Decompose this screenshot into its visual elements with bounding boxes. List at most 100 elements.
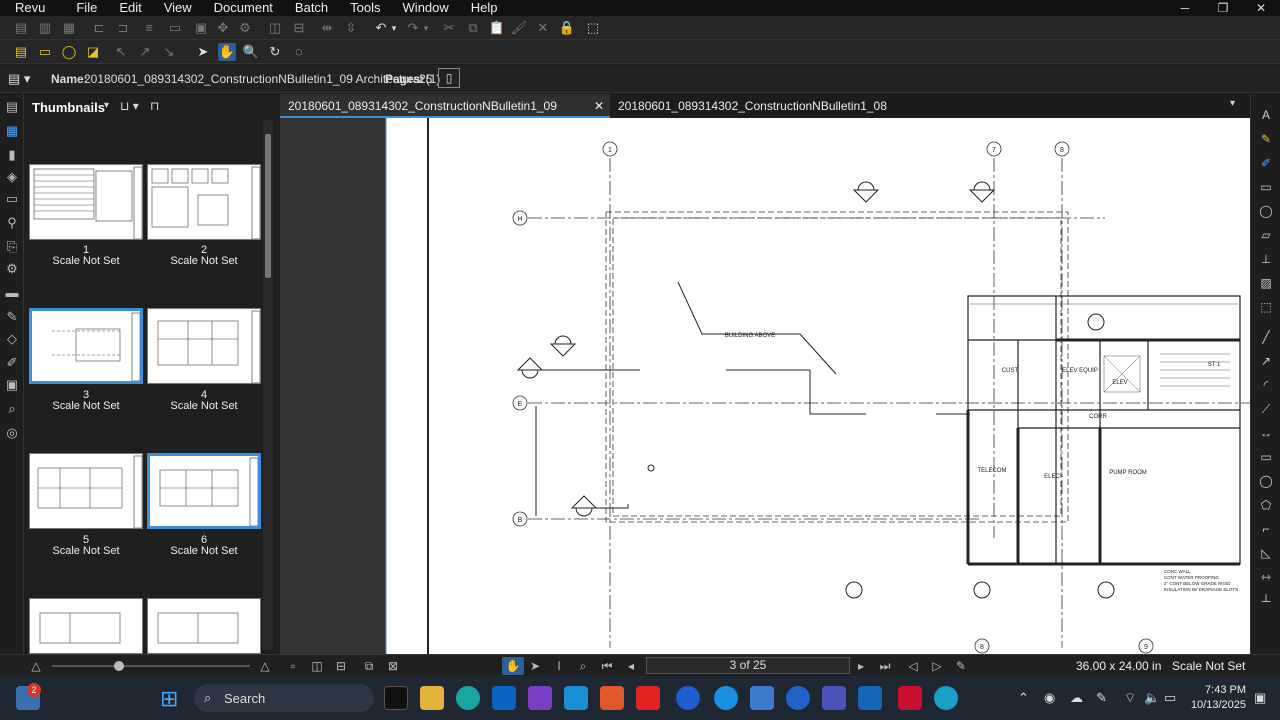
task-view-icon[interactable]	[384, 686, 408, 710]
move-icon[interactable]: ✥	[214, 19, 232, 37]
markup-list-icon[interactable]: ▤	[12, 43, 30, 61]
battery-icon[interactable]: ▭	[1164, 690, 1176, 706]
signatures-icon[interactable]: ⚲	[3, 214, 21, 232]
select-region-icon[interactable]: ⬚	[584, 19, 602, 37]
thumbnail-page-5[interactable]	[29, 453, 143, 529]
text-select-icon[interactable]: I	[550, 657, 568, 675]
paste-icon[interactable]: 📋	[488, 19, 506, 37]
compare-icon[interactable]: ⊠	[384, 657, 402, 675]
thumbnail-page-2[interactable]	[147, 164, 261, 240]
polyline-icon[interactable]: ⟋	[1257, 400, 1275, 418]
next-page-icon[interactable]: ▸	[852, 657, 870, 675]
pen-icon[interactable]: ✐	[1257, 154, 1275, 172]
ellipse-icon[interactable]: ◯	[1257, 472, 1275, 490]
thumbnail-size-icon[interactable]: ⊔ ▾	[120, 99, 139, 113]
split-horizontal-icon[interactable]: ⊟	[332, 657, 350, 675]
cloud-tool-icon[interactable]: ◯	[1257, 202, 1275, 220]
flip-icon[interactable]: ◫	[266, 19, 284, 37]
last-page-icon[interactable]: ⏭	[876, 657, 894, 675]
edge-icon[interactable]	[456, 686, 480, 710]
line-icon[interactable]: ╱	[1257, 328, 1275, 346]
restore-icon[interactable]: ❐	[1204, 0, 1242, 16]
single-page-icon[interactable]: ▫	[284, 657, 302, 675]
search-icon[interactable]: ⌕	[3, 400, 21, 418]
area-icon[interactable]: ◺	[1257, 544, 1275, 562]
zoom-tool-icon[interactable]: ⌕	[574, 657, 592, 675]
thumbnails-icon[interactable]: ▦	[3, 122, 21, 140]
highlight-icon[interactable]: ✎	[1257, 130, 1275, 148]
tags-icon[interactable]: ◇	[3, 330, 21, 348]
align-center-icon[interactable]: ⊐	[114, 19, 132, 37]
page-setup-icon[interactable]: ▯	[438, 68, 460, 88]
pan-hand-icon[interactable]: ✋	[218, 43, 236, 61]
file-explorer-icon[interactable]	[420, 686, 444, 710]
tool-chest-icon[interactable]: ✐	[3, 354, 21, 372]
distribute-icon[interactable]: ▭	[166, 19, 184, 37]
next-view-icon[interactable]: ▷	[928, 657, 946, 675]
cut-icon[interactable]: ✂	[440, 19, 458, 37]
menu-tools[interactable]: Tools	[339, 0, 391, 16]
doc-menu-icon[interactable]: ▤ ▾	[8, 71, 30, 87]
layer-icon[interactable]: ⊟	[290, 19, 308, 37]
page-scale[interactable]: Scale Not Set	[1172, 659, 1245, 673]
bookmarks-icon[interactable]: ▮	[3, 146, 21, 164]
redo-dropdown-icon[interactable]: ▾	[420, 19, 432, 37]
align-left-icon[interactable]: ⊏	[90, 19, 108, 37]
clock-time[interactable]: 7:43 PM	[1194, 684, 1246, 696]
slider-handle[interactable]	[114, 661, 124, 671]
thumbnail-page-4[interactable]	[147, 308, 261, 384]
sync-icon[interactable]: ⧉	[360, 657, 378, 675]
sync-views-icon[interactable]: ✎	[952, 657, 970, 675]
windows-start-icon[interactable]: ⊞	[160, 686, 178, 712]
forms-icon[interactable]: ▣	[3, 376, 21, 394]
stamp-icon[interactable]: ▥	[36, 19, 54, 37]
zoom-icon[interactable]: 🔍	[242, 43, 260, 61]
thumbnail-page-7[interactable]	[29, 598, 143, 654]
rotate-view-icon[interactable]: ↻	[266, 43, 284, 61]
pen-tray-icon[interactable]: ✎	[1096, 690, 1107, 706]
arc-icon[interactable]: ◜	[1257, 376, 1275, 394]
bluebeam-help-icon[interactable]	[714, 686, 738, 710]
menu-help[interactable]: Help	[460, 0, 509, 16]
polygon-icon[interactable]: ⬠	[1257, 496, 1275, 514]
acrobat-icon[interactable]	[636, 686, 660, 710]
notifications-icon[interactable]: ▣	[1254, 690, 1266, 706]
thumbnail-page-6[interactable]	[147, 453, 261, 529]
tray-chevron-icon[interactable]: ⌃	[1018, 690, 1029, 706]
bluebeam-cloud-icon[interactable]	[934, 686, 958, 710]
pan-icon[interactable]: ✋	[502, 657, 524, 675]
thumbnails-scrollbar[interactable]	[263, 120, 273, 650]
menu-view[interactable]: View	[153, 0, 203, 16]
teams-icon[interactable]	[822, 686, 846, 710]
minimize-icon[interactable]: ─	[1166, 0, 1204, 16]
outlook-icon[interactable]	[492, 686, 516, 710]
previous-page-icon[interactable]: ◂	[622, 657, 640, 675]
markups-icon[interactable]: ✎	[3, 308, 21, 326]
callout-icon[interactable]: ◪	[84, 43, 102, 61]
store-icon[interactable]	[858, 686, 882, 710]
align-right-icon[interactable]: ≡	[140, 19, 158, 37]
cloud-icon[interactable]: ◯	[60, 43, 78, 61]
format-icon[interactable]: ▦	[60, 19, 78, 37]
clock-date[interactable]: 10/13/2025	[1184, 699, 1246, 711]
flip-horizontal-icon[interactable]: ⇹	[318, 19, 336, 37]
undo-dropdown-icon[interactable]: ▾	[388, 19, 400, 37]
photos-icon[interactable]	[750, 686, 774, 710]
close-icon[interactable]: ✕	[1242, 0, 1280, 16]
thumbnail-page-1[interactable]	[29, 164, 143, 240]
volume-icon[interactable]: 🔈	[1144, 690, 1160, 706]
copy-icon[interactable]: ⧉	[464, 19, 482, 37]
stamp-tool-icon[interactable]: ⊥	[1257, 250, 1275, 268]
select-icon[interactable]: ➤	[194, 43, 212, 61]
arrow-right-icon[interactable]: ↗	[136, 43, 154, 61]
tab-list-chevron-icon[interactable]: ▾	[1230, 98, 1235, 109]
group-icon[interactable]: ▣	[192, 19, 210, 37]
menu-edit[interactable]: Edit	[108, 0, 152, 16]
menu-file[interactable]: File	[65, 0, 108, 16]
close-icon[interactable]: ✕	[594, 94, 604, 118]
length-icon[interactable]: ⇿	[1257, 568, 1275, 586]
thumbnail-options-icon[interactable]: ⊓	[150, 99, 159, 113]
first-page-icon[interactable]: ⏮	[598, 657, 616, 675]
lasso-icon[interactable]: ◌	[290, 43, 308, 61]
thumbnail-page-3[interactable]	[29, 308, 143, 384]
